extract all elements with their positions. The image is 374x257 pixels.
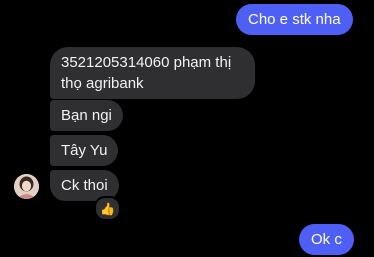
avatar[interactable] — [14, 174, 39, 199]
message-text: Cho e stk nha — [248, 11, 341, 28]
message-text: Ck thoi — [61, 177, 108, 194]
incoming-message-bubble[interactable]: 3521205314060 phạm thị thọ agribank — [50, 47, 255, 99]
profile-photo — [14, 174, 39, 199]
outgoing-message-bubble[interactable]: Cho e stk nha — [236, 4, 353, 35]
reaction-badge[interactable]: 👍 — [94, 196, 121, 221]
thumbs-up-icon: 👍 — [100, 201, 115, 216]
message-text: Ok c — [311, 231, 342, 248]
message-text: Tây Yu — [61, 142, 108, 159]
outgoing-message-bubble[interactable]: Ok c — [299, 224, 354, 255]
message-text: Bạn ngi — [61, 107, 112, 124]
message-text: 3521205314060 phạm thị thọ agribank — [61, 54, 232, 92]
incoming-message-bubble[interactable]: Bạn ngi — [50, 100, 123, 131]
incoming-message-bubble[interactable]: Tây Yu — [50, 135, 119, 166]
